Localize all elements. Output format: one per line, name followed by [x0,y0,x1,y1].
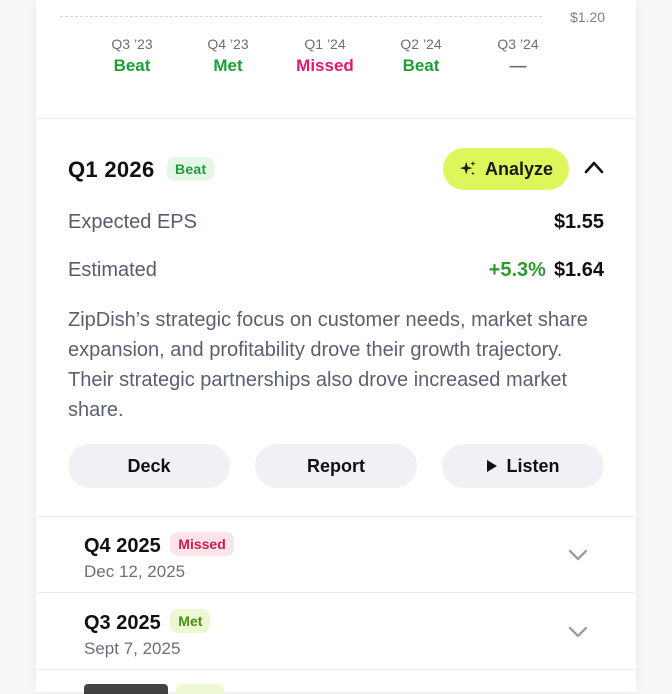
quarter-column: Q3 ’24 — [470,34,566,78]
quarter-row-title-text: Q3 2025 [84,612,161,634]
quarter-column: Q1 ’24 Missed [277,34,373,78]
quarter-row-date: Sept 7, 2025 [84,639,181,658]
estimated-label: Estimated [68,259,157,281]
quarter-label: Q1 ’24 [304,36,346,52]
quarter-row-title: Q4 2025 Missed [84,532,234,558]
quarter-title-text: Q1 2026 [68,157,155,182]
quarter-row-title: Q3 2025 Met [84,609,211,635]
quarter-row[interactable]: Q3 2025 Met Sept 7, 2025 [36,593,636,670]
quarter-column: Q3 ’23 Beat [84,34,180,78]
quarter-label: Q3 ’24 [497,36,539,52]
listen-label: Listen [506,455,560,476]
quarter-column: Q4 ’23 Met [180,34,276,78]
earnings-card: $1.20 Q3 ’23 Beat Q4 ’23 Met Q1 ’24 Miss… [36,0,636,694]
analyze-label: Analyze [484,158,554,179]
deck-button[interactable]: Deck [68,444,230,488]
quarter-status: — [509,56,527,75]
quarter-label: Q4 ’23 [207,36,249,52]
expected-eps-value: $1.55 [553,211,604,233]
status-badge-partial [176,684,224,694]
sparkle-icon [459,160,476,176]
estimated-value-group: +5.3% $1.64 [489,259,604,282]
quarter-labels: Q3 ’23 Beat Q4 ’23 Met Q1 ’24 Missed Q2 … [60,34,542,94]
earnings-history-chart: $1.20 Q3 ’23 Beat Q4 ’23 Met Q1 ’24 Miss… [36,0,636,119]
estimated-change: +5.3% [488,259,546,281]
chevron-down-icon[interactable] [568,626,588,638]
chevron-down-icon[interactable] [568,549,588,561]
quarter-row-title-partial [84,684,168,694]
listen-button[interactable]: Listen [442,444,604,488]
quarter-status: Met [213,56,243,75]
price-axis-label: $1.20 [570,9,606,25]
quarter-column: Q2 ’24 Beat [373,34,469,78]
price-reference-line [60,16,542,17]
earnings-summary: ZipDish’s strategic focus on customer ne… [68,309,588,421]
status-badge: Beat [166,157,215,181]
quarter-title: Q1 2026 Beat [68,157,215,183]
play-icon [487,460,498,472]
analyze-button[interactable]: Analyze [443,148,569,190]
estimated-value: $1.64 [553,259,604,281]
expected-eps-label: Expected EPS [68,211,197,233]
status-badge: Met [170,609,211,633]
status-badge: Missed [170,532,234,556]
quarter-row[interactable]: Q4 2025 Missed Dec 12, 2025 [36,517,636,593]
report-label: Report [307,455,365,476]
quarter-status: Beat [402,56,440,75]
quarter-label: Q2 ’24 [400,36,442,52]
deck-label: Deck [127,455,171,476]
quarter-row-title-text: Q4 2025 [84,535,161,557]
chevron-up-icon[interactable] [584,160,604,174]
quarter-row-date: Dec 12, 2025 [84,562,186,581]
quarter-status: Beat [113,56,151,75]
quarter-row-partial[interactable] [36,670,636,694]
quarter-label: Q3 ’23 [111,36,153,52]
report-button[interactable]: Report [255,444,417,488]
quarter-status: Missed [296,56,354,75]
